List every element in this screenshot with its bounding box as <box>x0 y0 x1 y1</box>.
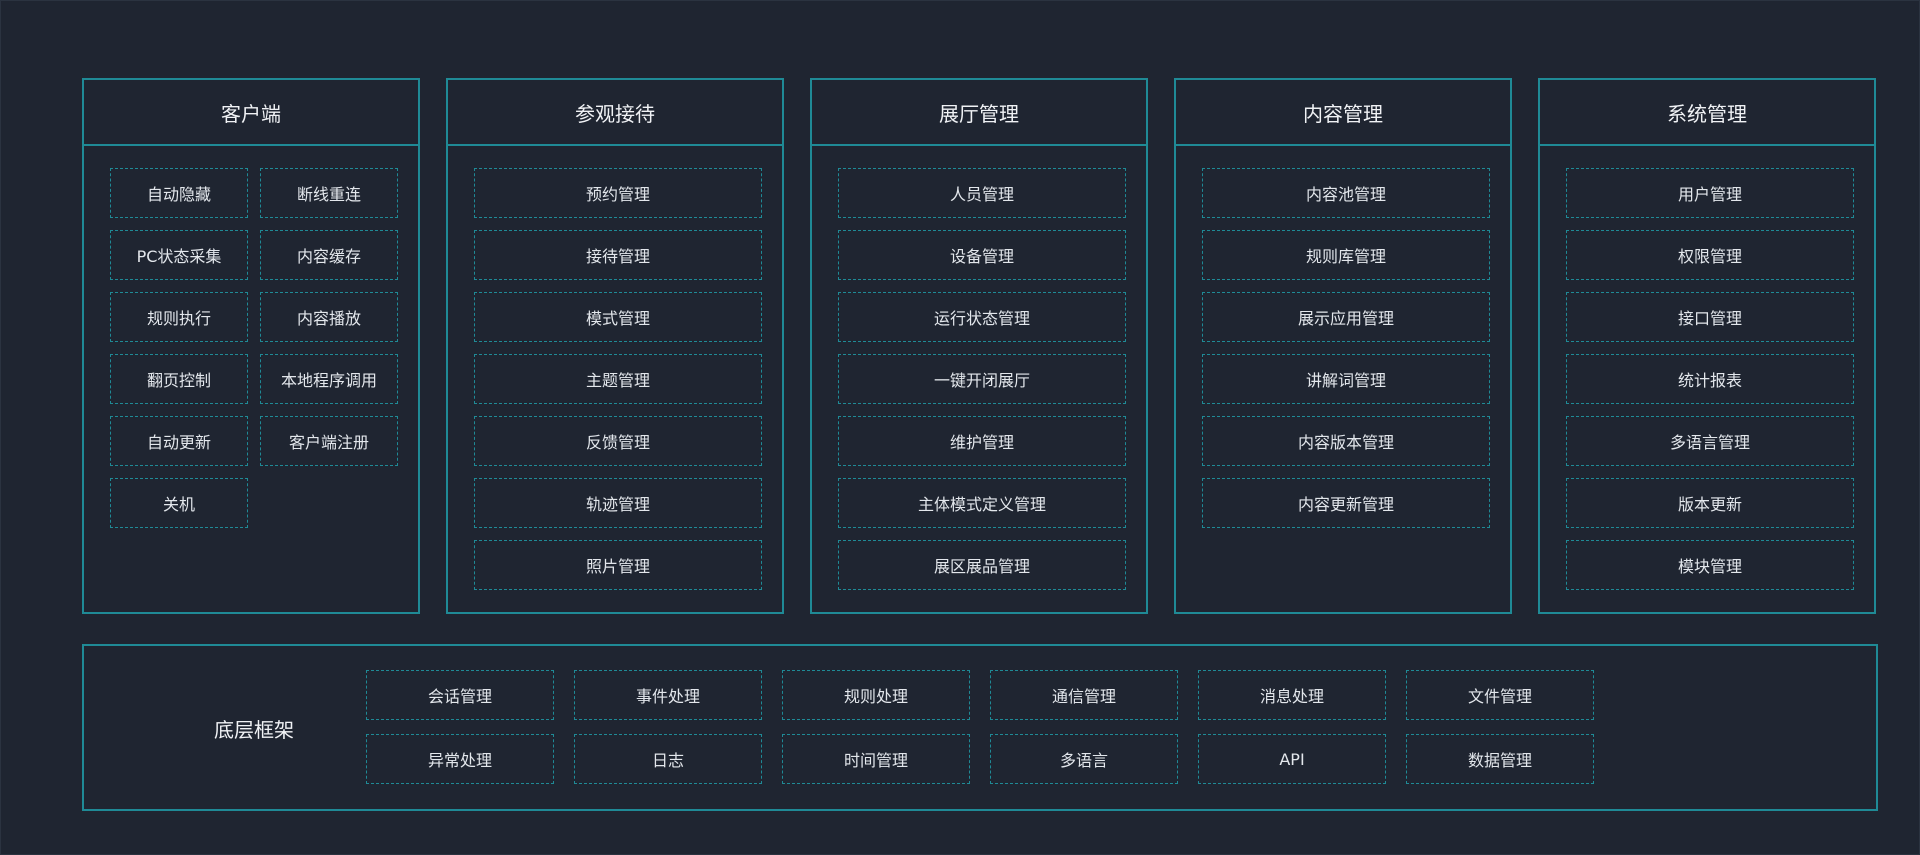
panel-title: 参观接待 <box>448 80 782 146</box>
module-box: 规则执行 <box>110 292 248 342</box>
module-box: 本地程序调用 <box>260 354 398 404</box>
panel-system-management: 系统管理 用户管理 权限管理 接口管理 统计报表 多语言管理 版本更新 模块管理 <box>1538 78 1876 614</box>
module-box: 版本更新 <box>1566 478 1854 528</box>
module-box: 运行状态管理 <box>838 292 1126 342</box>
panel-title: 展厅管理 <box>812 80 1146 146</box>
module-box: 通信管理 <box>990 670 1178 720</box>
module-box: 自动隐藏 <box>110 168 248 218</box>
module-box: 规则处理 <box>782 670 970 720</box>
module-box: 关机 <box>110 478 248 528</box>
module-box: 客户端注册 <box>260 416 398 466</box>
module-box: 轨迹管理 <box>474 478 762 528</box>
module-box: 事件处理 <box>574 670 762 720</box>
module-box: 规则库管理 <box>1202 230 1490 280</box>
panel-hall-management: 展厅管理 人员管理 设备管理 运行状态管理 一键开闭展厅 维护管理 主体模式定义… <box>810 78 1148 614</box>
panel-title: 系统管理 <box>1540 80 1874 146</box>
module-box: 内容更新管理 <box>1202 478 1490 528</box>
module-box: 异常处理 <box>366 734 554 784</box>
module-box: 会话管理 <box>366 670 554 720</box>
module-box: 统计报表 <box>1566 354 1854 404</box>
module-box: 消息处理 <box>1198 670 1386 720</box>
module-box: 预约管理 <box>474 168 762 218</box>
module-box: 权限管理 <box>1566 230 1854 280</box>
module-box: 一键开闭展厅 <box>838 354 1126 404</box>
module-box: 主体模式定义管理 <box>838 478 1126 528</box>
module-box: 反馈管理 <box>474 416 762 466</box>
module-box: 用户管理 <box>1566 168 1854 218</box>
module-box: API <box>1198 734 1386 784</box>
module-box: 主题管理 <box>474 354 762 404</box>
module-box: 内容版本管理 <box>1202 416 1490 466</box>
module-box: 内容池管理 <box>1202 168 1490 218</box>
panel-title: 内容管理 <box>1176 80 1510 146</box>
panel-base-framework: 底层框架 会话管理 事件处理 规则处理 通信管理 消息处理 文件管理 异常处理 … <box>82 644 1878 811</box>
module-box: 模式管理 <box>474 292 762 342</box>
module-box: 日志 <box>574 734 762 784</box>
panel-title: 底层框架 <box>214 718 294 742</box>
module-box: 人员管理 <box>838 168 1126 218</box>
panel-content-management: 内容管理 内容池管理 规则库管理 展示应用管理 讲解词管理 内容版本管理 内容更… <box>1174 78 1512 614</box>
module-box: 展示应用管理 <box>1202 292 1490 342</box>
module-box: 文件管理 <box>1406 670 1594 720</box>
module-box: 翻页控制 <box>110 354 248 404</box>
module-box: 维护管理 <box>838 416 1126 466</box>
panel-client: 客户端 自动隐藏 断线重连 PC状态采集 内容缓存 规则执行 内容播放 翻页控制… <box>82 78 420 614</box>
module-box: 接待管理 <box>474 230 762 280</box>
module-box: 接口管理 <box>1566 292 1854 342</box>
panel-visit-reception: 参观接待 预约管理 接待管理 模式管理 主题管理 反馈管理 轨迹管理 照片管理 <box>446 78 784 614</box>
module-box: 时间管理 <box>782 734 970 784</box>
module-box: 多语言 <box>990 734 1178 784</box>
module-box: 多语言管理 <box>1566 416 1854 466</box>
module-box: 内容播放 <box>260 292 398 342</box>
module-box: 展区展品管理 <box>838 540 1126 590</box>
module-box: PC状态采集 <box>110 230 248 280</box>
module-box: 断线重连 <box>260 168 398 218</box>
module-box: 模块管理 <box>1566 540 1854 590</box>
module-box: 数据管理 <box>1406 734 1594 784</box>
module-box: 讲解词管理 <box>1202 354 1490 404</box>
panel-title: 客户端 <box>84 80 418 146</box>
module-box: 自动更新 <box>110 416 248 466</box>
module-box: 内容缓存 <box>260 230 398 280</box>
module-box: 照片管理 <box>474 540 762 590</box>
module-box: 设备管理 <box>838 230 1126 280</box>
